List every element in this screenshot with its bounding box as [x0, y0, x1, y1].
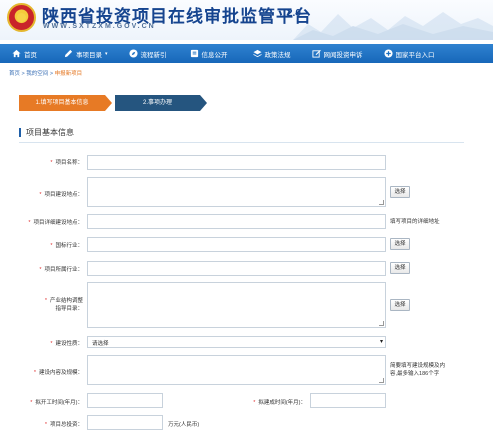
build-nature-label: * 建设性质：	[50, 341, 83, 347]
layers-icon	[252, 49, 262, 58]
national-industry-label: * 国标行业：	[50, 243, 83, 249]
national-emblem-logo	[7, 3, 36, 32]
build-content-hint: 简要填写建设规模及内 容,最多输入186个字	[390, 363, 446, 377]
project-industry-label: * 项目所属行业：	[39, 267, 83, 273]
nav-home-label: 首页	[24, 51, 37, 59]
site-header: 陕西省投资项目在线审批监管平台 2.0 WWW.SXTZXM.GOV.CN	[0, 0, 493, 40]
total-invest-input[interactable]	[87, 415, 163, 430]
nav-policy-label: 政策法规	[264, 51, 291, 59]
breadcrumb-current: 申报新项目	[54, 71, 83, 77]
build-site-label: * 项目建设地点：	[39, 192, 83, 198]
national-industry-input[interactable]	[87, 237, 386, 252]
compass-icon	[128, 49, 138, 58]
build-site-textarea[interactable]	[87, 177, 386, 207]
detail-site-hint: 填写项目的详细地址	[390, 219, 440, 225]
project-industry-input[interactable]	[87, 261, 386, 276]
pen-icon	[64, 49, 73, 58]
nav-catalog[interactable]: 事项目录 ▾	[57, 44, 122, 63]
step-handle-items[interactable]: 2.事项办理	[115, 95, 207, 111]
main-nav: 首页 事项目录 ▾ 流程新引 信息公开 政策法规 网闻投资申诉 国家平台入口	[0, 44, 493, 63]
breadcrumb: 首页 > 我的空间 > 申报新项目	[9, 69, 82, 77]
nav-info[interactable]: 信息公开	[183, 44, 246, 63]
plus-circle-icon	[383, 49, 393, 58]
nav-home[interactable]: 首页	[0, 44, 57, 63]
edit-box-icon	[311, 49, 321, 58]
section-title: 项目基本信息	[19, 128, 74, 137]
nav-appeal[interactable]: 网闻投资申诉	[305, 44, 377, 63]
build-nature-select[interactable]: 请选择	[87, 336, 386, 348]
mountain-skyline-decoration	[293, 12, 493, 40]
breadcrumb-home[interactable]: 首页	[9, 71, 20, 77]
detail-site-input[interactable]	[87, 214, 386, 229]
breadcrumb-space[interactable]: 我的空间	[26, 71, 48, 77]
nav-process-label: 流程新引	[140, 51, 167, 59]
finish-time-label: * 拟建成时间(年月)：	[253, 400, 306, 406]
project-name-input[interactable]	[87, 155, 386, 170]
finish-time-input[interactable]	[310, 393, 386, 408]
start-time-input[interactable]	[87, 393, 163, 408]
nav-catalog-label: 事项目录	[76, 51, 102, 59]
nav-info-label: 信息公开	[201, 51, 228, 59]
home-icon	[12, 49, 21, 58]
nav-national-platform[interactable]: 国家平台入口	[377, 44, 442, 63]
chevron-down-icon: ▾	[105, 50, 108, 57]
page-root: 陕西省投资项目在线审批监管平台 2.0 WWW.SXTZXM.GOV.CN 首页…	[0, 0, 493, 433]
total-invest-label: * 项目总投资：	[44, 422, 83, 428]
site-url: WWW.SXTZXM.GOV.CN	[43, 23, 156, 30]
structure-catalog-label: * 产业结构调整 指导目录：	[44, 298, 83, 312]
build-content-label: * 建设内容及规模：	[33, 370, 83, 376]
section-divider	[19, 142, 464, 143]
structure-catalog-select-button[interactable]: 选择	[390, 299, 410, 311]
total-invest-unit: 万元(人民币)	[168, 422, 200, 428]
detail-site-label: * 项目详细建设地点：	[28, 220, 83, 226]
step-fill-basic-info[interactable]: 1.填写项目基本信息	[19, 95, 112, 111]
project-industry-select-button[interactable]: 选择	[390, 262, 410, 274]
structure-catalog-textarea[interactable]	[87, 282, 386, 328]
site-version: 2.0	[287, 8, 301, 19]
project-name-label: * 项目名称：	[50, 160, 83, 166]
info-card-icon	[190, 49, 198, 58]
national-industry-select-button[interactable]: 选择	[390, 238, 410, 250]
nav-policy[interactable]: 政策法规	[246, 44, 305, 63]
start-time-label: * 拟开工时间(年月)：	[30, 400, 83, 406]
nav-process[interactable]: 流程新引	[122, 44, 183, 63]
nav-appeal-label: 网闻投资申诉	[323, 51, 363, 59]
nav-national-platform-label: 国家平台入口	[395, 51, 435, 59]
build-site-select-button[interactable]: 选择	[390, 186, 410, 198]
build-content-textarea[interactable]	[87, 355, 386, 385]
